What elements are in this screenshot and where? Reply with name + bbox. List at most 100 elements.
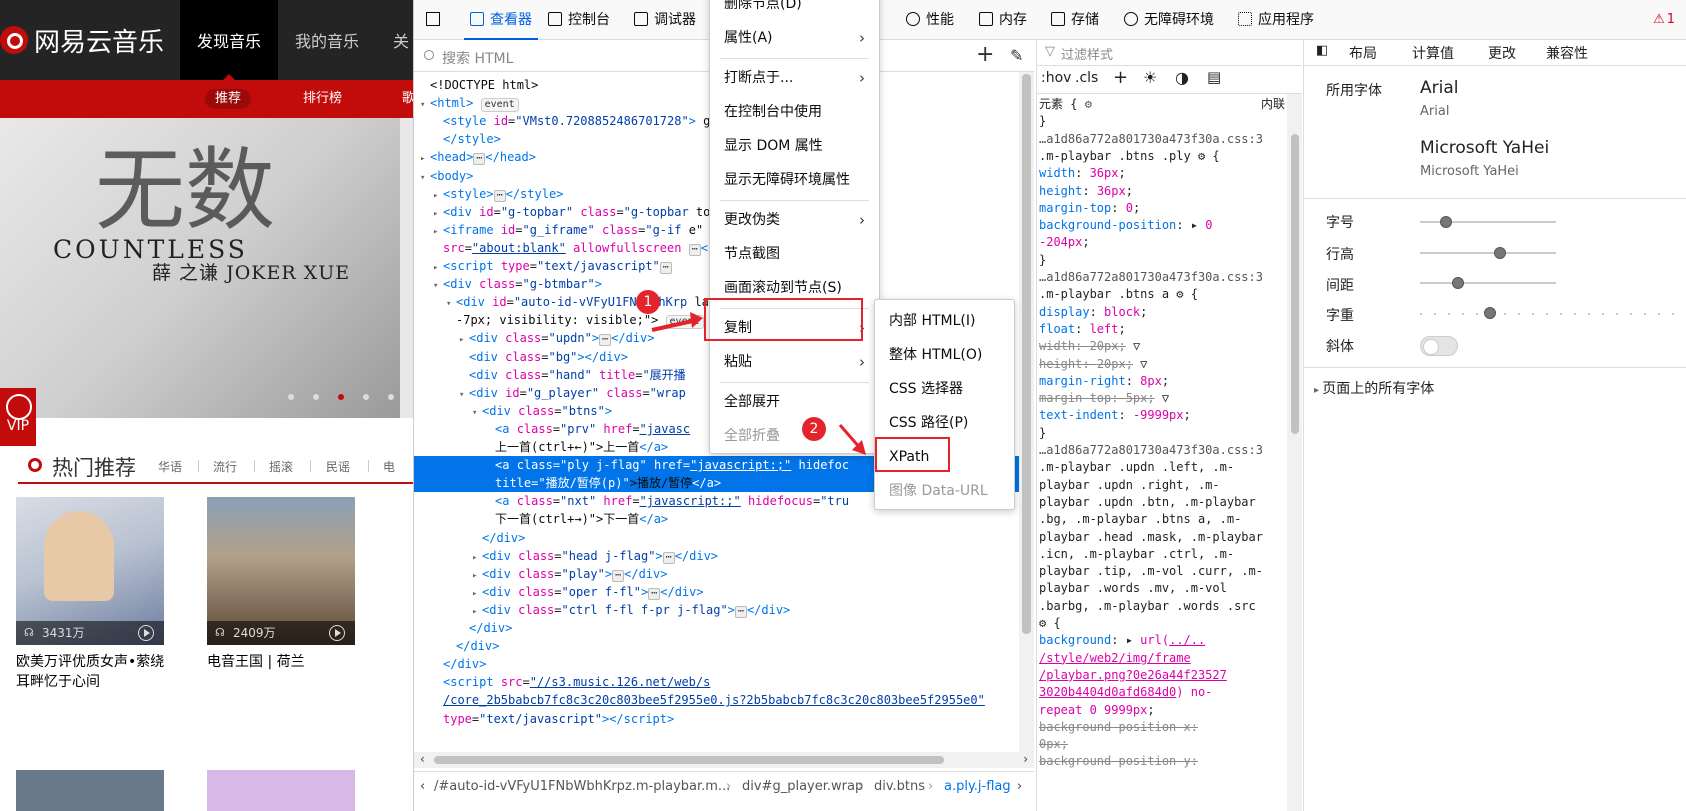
markup-node[interactable]: </div>: [414, 655, 1019, 673]
breadcrumb-item[interactable]: /#auto-id-vVFyU1FNbWbhKrpz.m-playbar.m..…: [434, 772, 730, 802]
menu-item[interactable]: 打断点于... ›: [710, 61, 879, 95]
twisty-icon[interactable]: ▾: [459, 386, 469, 402]
rule-line[interactable]: background-position-y:: [1039, 753, 1198, 770]
banner-dot[interactable]: [363, 394, 369, 400]
play-circle-icon[interactable]: [138, 625, 154, 641]
twisty-icon[interactable]: ▾: [446, 295, 456, 311]
scrollbar-thumb[interactable]: [1291, 134, 1299, 434]
menu-item[interactable]: 在控制台中使用: [710, 95, 879, 129]
tab-performance[interactable]: 性能: [906, 0, 954, 40]
nav-my-music[interactable]: 我的音乐: [282, 0, 372, 80]
nav-discover[interactable]: 发现音乐: [180, 0, 278, 80]
add-node-icon[interactable]: +: [976, 42, 994, 67]
page-scrollbar[interactable]: [400, 118, 413, 418]
menu-item[interactable]: CSS 路径(P): [875, 406, 1014, 440]
playlist-title[interactable]: 欧美万评优质女声•萦绕耳畔忆于心间: [16, 652, 166, 692]
slider-knob[interactable]: [1494, 247, 1506, 259]
menu-item[interactable]: 更改伪类 ›: [710, 203, 879, 237]
cls-toggle[interactable]: .cls: [1075, 70, 1098, 86]
rule-line[interactable]: margin-top: 0;: [1039, 200, 1140, 217]
rule-line[interactable]: margin-right: 8px;: [1039, 373, 1169, 390]
twisty-icon[interactable]: ▸: [472, 585, 482, 601]
html-search-input[interactable]: 搜索 HTML: [442, 48, 513, 68]
markup-node[interactable]: 下一首(ctrl+→)">下一首</a>: [414, 510, 1019, 528]
menu-item[interactable]: 粘贴 ›: [710, 345, 879, 379]
twisty-icon[interactable]: ▾: [420, 169, 430, 185]
menu-item[interactable]: 删除节点(D): [710, 0, 879, 21]
playlist-cover[interactable]: [16, 770, 164, 811]
element-picker-icon[interactable]: [426, 0, 446, 40]
rule-line[interactable]: repeat 0 9999px;: [1039, 702, 1155, 719]
site-logo[interactable]: 网易云音乐: [0, 22, 164, 58]
markup-node[interactable]: </div>: [414, 529, 1019, 547]
tag-chinese[interactable]: 华语: [158, 458, 182, 475]
subnav-recommend[interactable]: 推荐: [205, 89, 252, 109]
twisty-icon[interactable]: ▸: [459, 331, 469, 347]
menu-item[interactable]: CSS 选择器: [875, 372, 1014, 406]
font-weight-slider[interactable]: [1420, 313, 1686, 315]
rule-line[interactable]: width: 20px; ▽: [1039, 338, 1140, 355]
rule-line[interactable]: …a1d86a772a801730a473f30a.css:3: [1039, 269, 1263, 286]
rule-line[interactable]: background: ▸ url(../..: [1039, 632, 1205, 649]
menu-item[interactable]: 属性(A) ›: [710, 21, 879, 55]
markup-vertical-scrollbar[interactable]: [1019, 72, 1034, 752]
subnav-charts[interactable]: 排行榜: [293, 89, 352, 109]
rule-line[interactable]: height: 20px; ▽: [1039, 356, 1147, 373]
rule-line[interactable]: …a1d86a772a801730a473f30a.css:3: [1039, 442, 1263, 459]
rule-line[interactable]: .m-playbar .updn .left, .m-: [1039, 459, 1234, 476]
rule-line[interactable]: playbar .words .mv, .m-vol: [1039, 580, 1227, 597]
letter-spacing-slider[interactable]: [1420, 282, 1556, 284]
twisty-icon[interactable]: ▸: [433, 187, 443, 203]
light-theme-icon[interactable]: ☀: [1143, 68, 1157, 87]
tab-accessibility[interactable]: 无障碍环境: [1124, 0, 1214, 40]
rule-line[interactable]: .m-playbar .btns .ply ⚙ {: [1039, 148, 1220, 165]
breadcrumb-item-current[interactable]: a.ply.j-flag: [944, 772, 1011, 802]
twisty-icon[interactable]: ▾: [472, 404, 482, 420]
playlist-title[interactable]: 电音王国 | 荷兰: [207, 652, 357, 672]
rules-filter[interactable]: ▽ 过滤样式: [1037, 40, 1302, 66]
twisty-icon[interactable]: ▸: [433, 259, 443, 275]
twisty-icon[interactable]: ▸: [472, 603, 482, 619]
sidebar-toggle-icon[interactable]: ◧: [1316, 43, 1328, 58]
tag-folk[interactable]: 民谣: [326, 458, 350, 475]
rule-line[interactable]: .icn, .m-playbar .ctrl, .m-: [1039, 546, 1234, 563]
twisty-icon[interactable]: ▸: [472, 549, 482, 565]
rule-line[interactable]: width: 36px;: [1039, 165, 1126, 182]
all-fonts-expander[interactable]: ▸ 页面上的所有字体: [1314, 378, 1434, 398]
banner-dot[interactable]: [388, 394, 394, 400]
breadcrumb-item[interactable]: div.btns: [874, 772, 925, 802]
rule-line[interactable]: playbar .tip, .m-vol .curr, .m-: [1039, 563, 1263, 580]
error-count[interactable]: 1: [1653, 0, 1675, 40]
scroll-left-icon[interactable]: ‹: [420, 752, 425, 766]
markup-node[interactable]: ▸ <div class="head j-flag"> ⋯ </div>: [414, 547, 1019, 565]
menu-item[interactable]: 全部展开: [710, 385, 879, 419]
add-rule-icon[interactable]: +: [1113, 67, 1128, 88]
rule-line[interactable]: playbar .updn .right, .m-: [1039, 477, 1220, 494]
markup-node[interactable]: /core_2b5babcb7fc8c3c20c803bee5f2955e0.j…: [414, 691, 1019, 709]
rule-line[interactable]: }: [1039, 252, 1046, 269]
tag-rock[interactable]: 摇滚: [269, 458, 293, 475]
twisty-icon[interactable]: ▾: [433, 277, 443, 293]
rule-line[interactable]: .bg, .m-playbar .btns a, .m-: [1039, 511, 1241, 528]
markup-node[interactable]: type="text/javascript"></script>: [414, 710, 1019, 728]
markup-node[interactable]: </div>: [414, 619, 1019, 637]
banner-dot-active[interactable]: [338, 394, 344, 400]
tab-storage[interactable]: 存储: [1051, 0, 1099, 40]
markup-node[interactable]: </div>: [414, 637, 1019, 655]
tab-layout[interactable]: 布局: [1349, 43, 1377, 63]
hov-toggle[interactable]: :hov: [1041, 70, 1071, 86]
scrollbar-thumb[interactable]: [434, 756, 944, 764]
markup-node[interactable]: ▸ <div class="play"> ⋯ </div>: [414, 565, 1019, 583]
rule-line[interactable]: 0px;: [1039, 736, 1068, 753]
breadcrumb-item[interactable]: div#g_player.wrap: [742, 772, 863, 802]
dark-theme-icon[interactable]: ◑: [1175, 68, 1189, 87]
rule-line[interactable]: /playbar.png?0e26a44f23527: [1039, 667, 1227, 684]
tab-computed[interactable]: 计算值: [1412, 43, 1454, 63]
subnav-playlists[interactable]: 歌: [392, 89, 413, 109]
banner-dot[interactable]: [288, 394, 294, 400]
breadcrumb-forward-icon[interactable]: ›: [1017, 772, 1022, 802]
banner[interactable]: 无数 COUNTLESS 薛 之谦 JOKER XUE: [0, 118, 400, 418]
markup-horizontal-scrollbar[interactable]: ‹ ›: [414, 752, 1034, 768]
rule-line[interactable]: 元素 { ⚙ 内联: [1039, 96, 1285, 113]
rule-line[interactable]: background-position-x:: [1039, 719, 1198, 736]
